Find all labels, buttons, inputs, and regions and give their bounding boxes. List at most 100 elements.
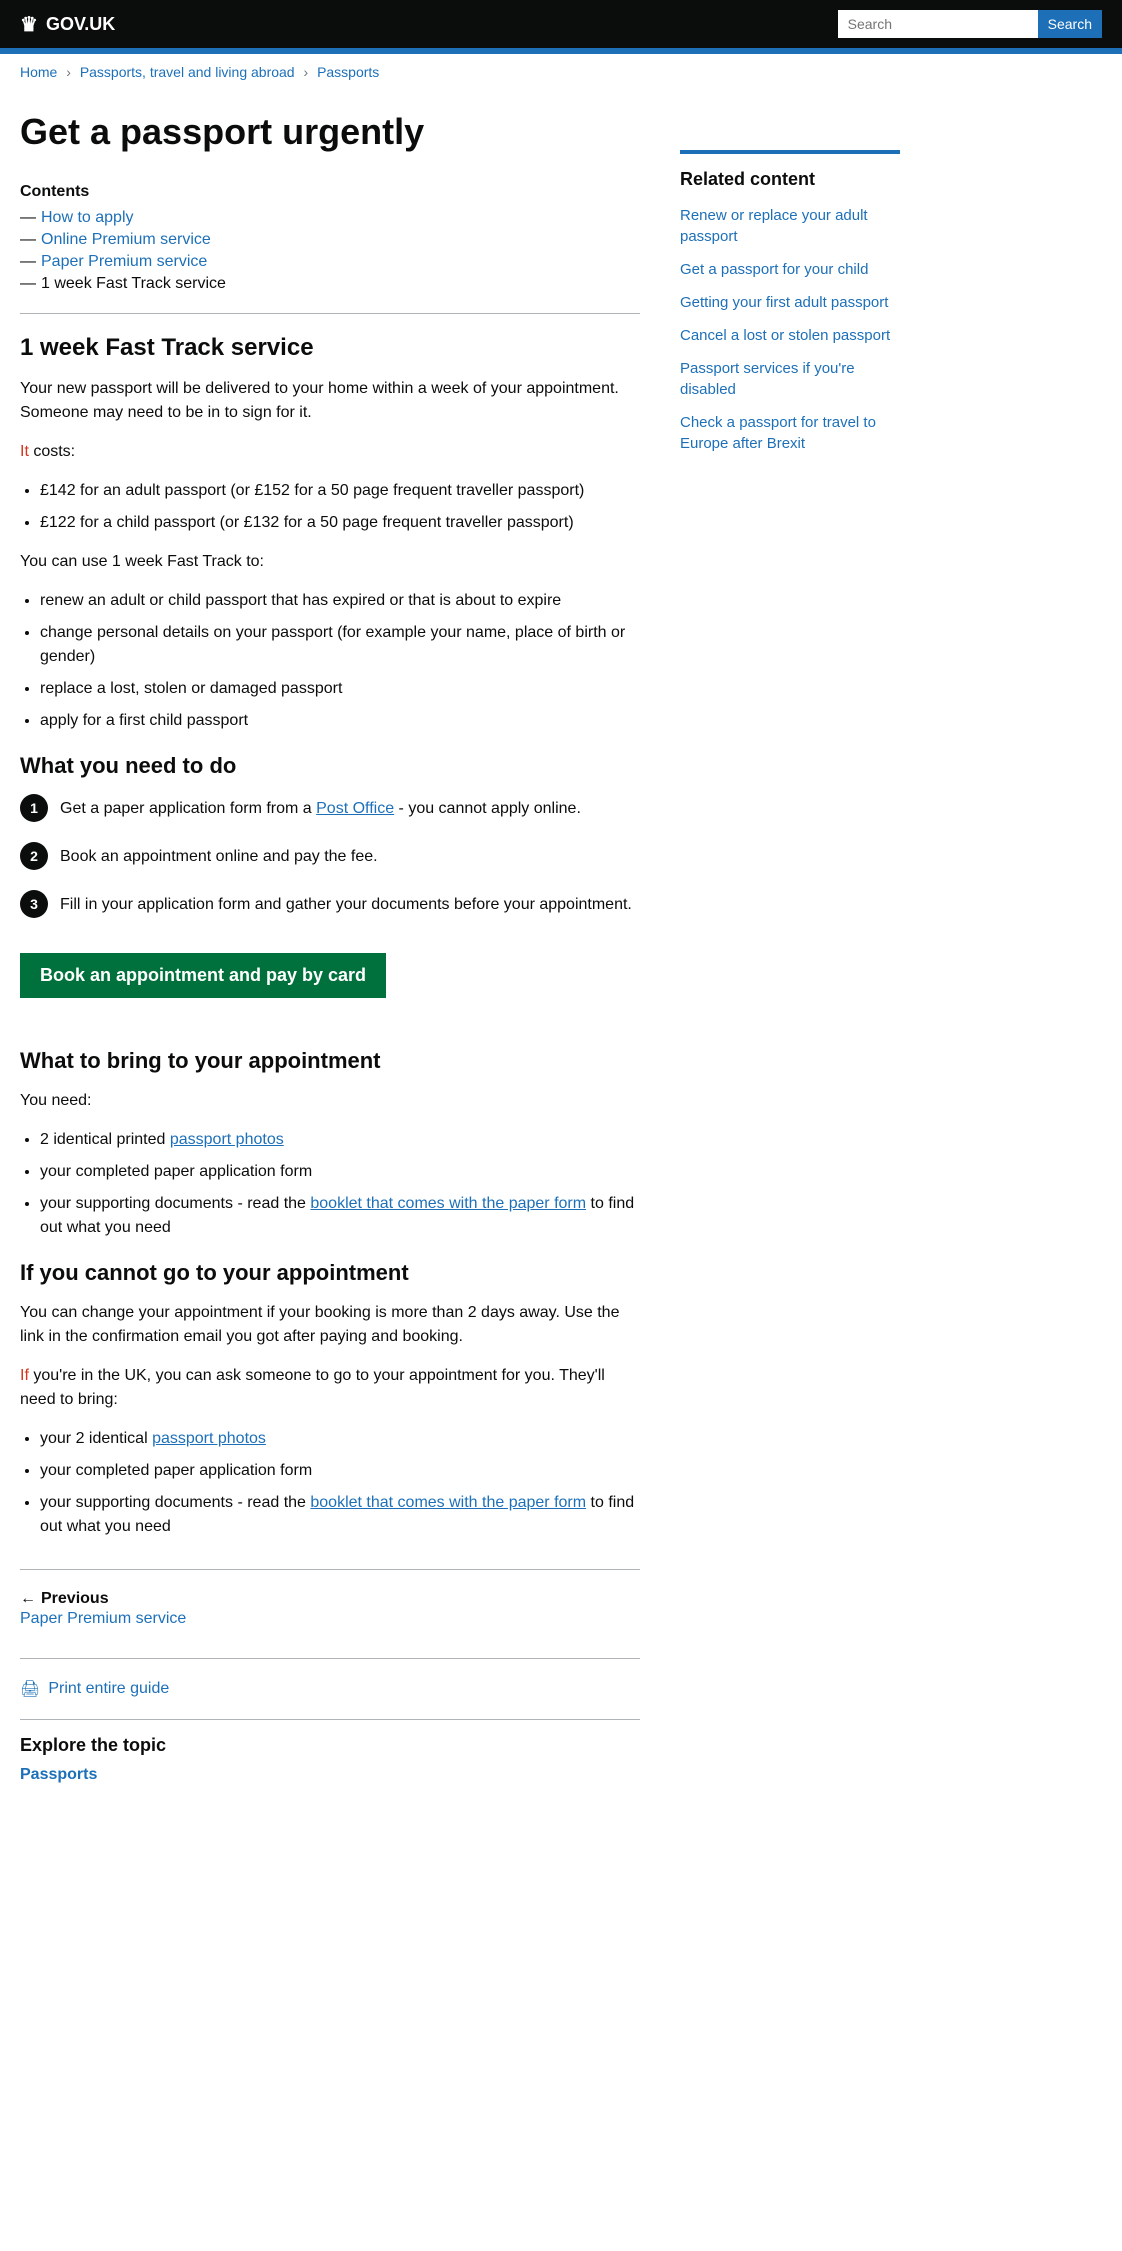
related-item-3: Getting your first adult passport [680, 292, 900, 313]
related-link-5[interactable]: Passport services if you're disabled [680, 360, 855, 398]
related-link-1[interactable]: Renew or replace your adult passport [680, 207, 868, 245]
passport-photos-link-1[interactable]: passport photos [170, 1131, 284, 1148]
step-2: 2 Book an appointment online and pay the… [20, 842, 640, 870]
search-bar: Search [838, 10, 1102, 38]
previous-link[interactable]: Paper Premium service [20, 1610, 640, 1628]
dash-4: — [20, 275, 36, 293]
related-item-2: Get a passport for your child [680, 259, 900, 280]
related-content: Related content Renew or replace your ad… [680, 150, 900, 454]
cannot-go-list: your 2 identical passport photos your co… [40, 1427, 640, 1539]
contents-link-1[interactable]: How to apply [41, 209, 134, 227]
fast-track-section: 1 week Fast Track service Your new passp… [20, 334, 640, 1539]
fast-track-intro: Your new passport will be delivered to y… [20, 377, 640, 425]
bring-list: 2 identical printed passport photos your… [40, 1128, 640, 1240]
bring-item-2: your completed paper application form [40, 1160, 640, 1184]
print-link[interactable]: 🖨 Print entire guide [20, 1679, 640, 1699]
cannot-go-heading: If you cannot go to your appointment [20, 1260, 640, 1286]
dash-3: — [20, 253, 36, 271]
dash-2: — [20, 231, 36, 249]
related-item-4: Cancel a lost or stolen passport [680, 325, 900, 346]
contents-item-1: — How to apply [20, 209, 640, 227]
steps: 1 Get a paper application form from a Po… [20, 794, 640, 918]
step-3: 3 Fill in your application form and gath… [20, 890, 640, 918]
search-input[interactable] [838, 10, 1038, 38]
use-intro: You can use 1 week Fast Track to: [20, 550, 640, 574]
dash-1: — [20, 209, 36, 227]
contents-link-2[interactable]: Online Premium service [41, 231, 211, 249]
cannot-go-item-2: your completed paper application form [40, 1459, 640, 1483]
cannot-go-item-3: your supporting documents - read the boo… [40, 1491, 640, 1539]
costs-intro: It costs: [20, 440, 640, 464]
step-number-3: 3 [20, 890, 48, 918]
passport-photos-link-2[interactable]: passport photos [152, 1430, 266, 1447]
cannot-go-item-1: your 2 identical passport photos [40, 1427, 640, 1451]
search-button[interactable]: Search [1038, 10, 1102, 38]
related-item-6: Check a passport for travel to Europe af… [680, 412, 900, 454]
breadcrumb-home[interactable]: Home [20, 64, 57, 80]
breadcrumb-sep-2: › [304, 64, 313, 80]
step-number-1: 1 [20, 794, 48, 822]
cannot-go-para-1: You can change your appointment if your … [20, 1301, 640, 1349]
related-item-1: Renew or replace your adult passport [680, 205, 900, 247]
explore-passports-link[interactable]: Passports [20, 1766, 97, 1783]
crown-icon: ♛ [20, 12, 38, 37]
gov-logo-text: GOV.UK [46, 14, 115, 35]
step-text-1: Get a paper application form from a Post… [60, 794, 581, 821]
nav-prev: ← Previous Paper Premium service [20, 1590, 640, 1628]
breadcrumb-travel[interactable]: Passports, travel and living abroad [80, 64, 295, 80]
contents-link-3[interactable]: Paper Premium service [41, 253, 207, 271]
related-link-2[interactable]: Get a passport for your child [680, 261, 868, 278]
print-link-text: Print entire guide [48, 1680, 169, 1698]
related-link-6[interactable]: Check a passport for travel to Europe af… [680, 414, 876, 452]
breadcrumb: Home › Passports, travel and living abro… [0, 54, 1122, 90]
contents-item-2: — Online Premium service [20, 231, 640, 249]
cannot-go-para-2: If you're in the UK, you can ask someone… [20, 1364, 640, 1412]
explore-section: Explore the topic Passports [20, 1719, 640, 1784]
step-number-2: 2 [20, 842, 48, 870]
book-appointment-button[interactable]: Book an appointment and pay by card [20, 953, 386, 998]
use-item-1: renew an adult or child passport that ha… [40, 589, 640, 613]
cost-item-1: £142 for an adult passport (or £152 for … [40, 479, 640, 503]
costs-list: £142 for an adult passport (or £152 for … [40, 479, 640, 535]
page-title: Get a passport urgently [20, 110, 640, 153]
divider-1 [20, 313, 640, 314]
related-item-5: Passport services if you're disabled [680, 358, 900, 400]
post-office-link[interactable]: Post Office [316, 800, 394, 817]
bring-heading: What to bring to your appointment [20, 1048, 640, 1074]
printer-icon: 🖨 [20, 1679, 40, 1699]
previous-label: Previous [41, 1590, 109, 1608]
arrow-left-icon: ← [20, 1590, 36, 1608]
breadcrumb-passports[interactable]: Passports [317, 64, 379, 80]
booklet-link-1[interactable]: booklet that comes with the paper form [310, 1195, 586, 1212]
nav-prev-label: ← Previous [20, 1590, 640, 1608]
related-list: Renew or replace your adult passport Get… [680, 205, 900, 454]
gov-logo: ♛ GOV.UK [20, 12, 115, 37]
it-highlight: It [20, 443, 29, 460]
bring-intro: You need: [20, 1089, 640, 1113]
related-link-4[interactable]: Cancel a lost or stolen passport [680, 327, 890, 344]
use-list: renew an adult or child passport that ha… [40, 589, 640, 733]
step-1: 1 Get a paper application form from a Po… [20, 794, 640, 822]
use-item-2: change personal details on your passport… [40, 621, 640, 669]
main-container: Get a passport urgently Contents — How t… [0, 90, 1122, 1784]
main-content: Get a passport urgently Contents — How t… [20, 90, 640, 1784]
contents-text-4: 1 week Fast Track service [41, 275, 226, 293]
contents-list: — How to apply — Online Premium service … [20, 209, 640, 293]
contents-label: Contents [20, 183, 640, 201]
contents-item-3: — Paper Premium service [20, 253, 640, 271]
nav-links: ← Previous Paper Premium service [20, 1569, 640, 1628]
divider-print [20, 1658, 640, 1659]
related-link-3[interactable]: Getting your first adult passport [680, 294, 888, 311]
site-header: ♛ GOV.UK Search [0, 0, 1122, 54]
explore-heading: Explore the topic [20, 1735, 640, 1756]
step-text-3: Fill in your application form and gather… [60, 890, 632, 917]
breadcrumb-sep-1: › [66, 64, 75, 80]
contents-item-4: — 1 week Fast Track service [20, 275, 640, 293]
cost-item-2: £122 for a child passport (or £132 for a… [40, 511, 640, 535]
what-to-do-heading: What you need to do [20, 753, 640, 779]
bring-item-1: 2 identical printed passport photos [40, 1128, 640, 1152]
sidebar: Related content Renew or replace your ad… [680, 90, 900, 1784]
booklet-link-2[interactable]: booklet that comes with the paper form [310, 1494, 586, 1511]
fast-track-heading: 1 week Fast Track service [20, 334, 640, 362]
use-item-4: apply for a first child passport [40, 709, 640, 733]
